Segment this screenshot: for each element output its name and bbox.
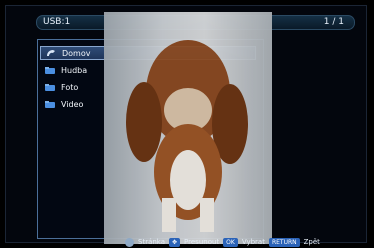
page-hint: Stránka bbox=[138, 238, 166, 246]
menu-item-video[interactable]: Video bbox=[44, 97, 83, 111]
menu-item-label: Hudba bbox=[61, 65, 88, 75]
footer-hints: Stránka ✥ Presunout OK Vybrat RETURN Zpě… bbox=[0, 236, 374, 248]
menu-item-foto[interactable]: Foto bbox=[44, 80, 78, 94]
move-hint: Presunout bbox=[184, 238, 220, 246]
home-icon bbox=[45, 49, 57, 58]
page-indicator: 1 / 1 bbox=[323, 17, 344, 27]
music-folder-icon bbox=[44, 66, 56, 75]
menu-item-label: Foto bbox=[61, 82, 79, 92]
page-button-icon bbox=[125, 237, 134, 247]
photo-folder-icon bbox=[44, 83, 56, 92]
menu-item-hudba[interactable]: Hudba bbox=[44, 63, 87, 77]
source-title: USB:1 bbox=[43, 17, 71, 27]
video-folder-icon bbox=[44, 100, 56, 109]
select-hint: Vybrat bbox=[241, 238, 265, 246]
menu-item-label: Domov bbox=[62, 48, 91, 58]
move-key-icon: ✥ bbox=[169, 237, 181, 247]
dog-photo-preview bbox=[104, 12, 272, 244]
ok-key: OK bbox=[223, 237, 238, 247]
menu-item-label: Video bbox=[61, 99, 84, 109]
back-hint: Zpět bbox=[303, 238, 320, 246]
return-key: RETURN bbox=[268, 237, 300, 247]
